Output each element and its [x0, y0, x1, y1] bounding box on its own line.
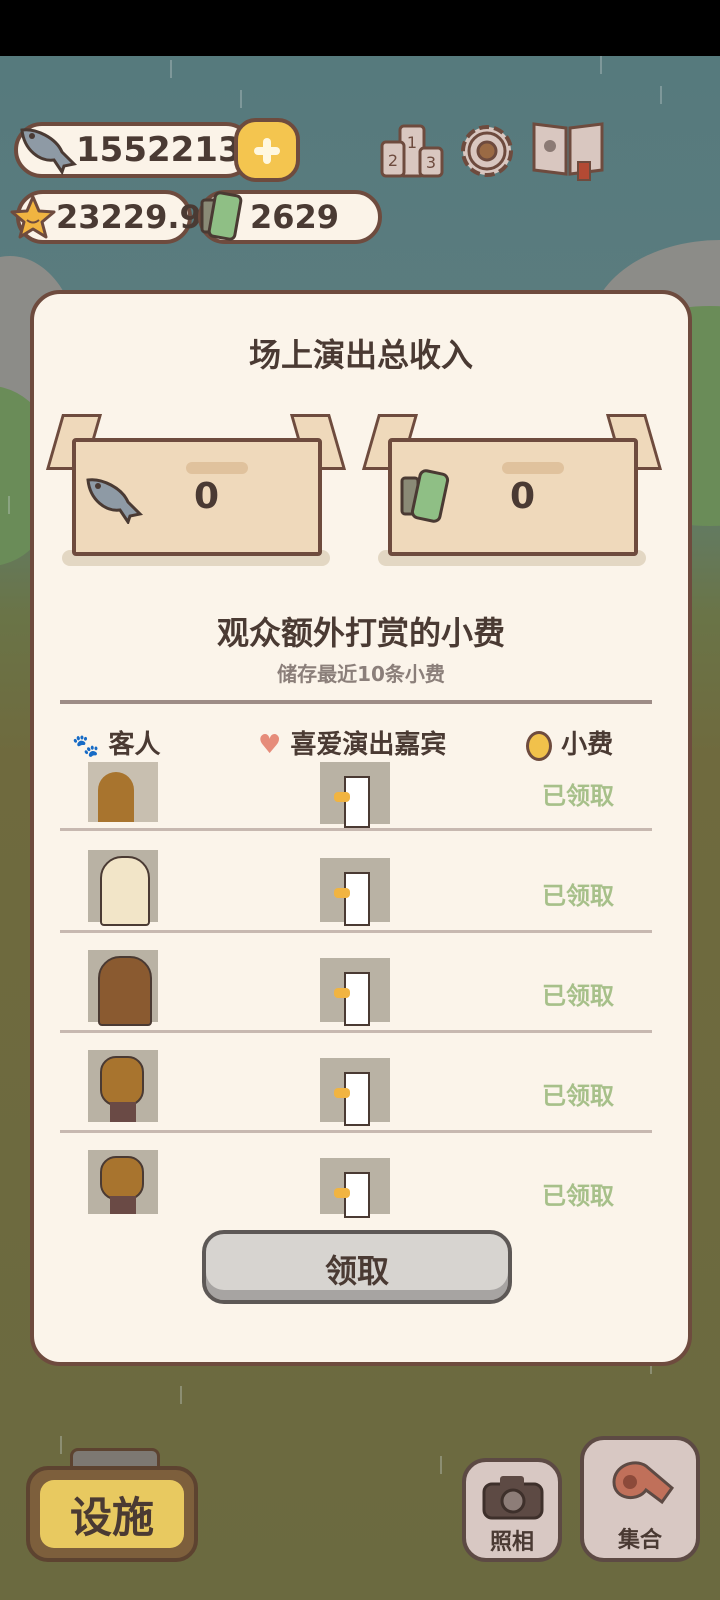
guest-penguin-avatar	[88, 850, 158, 926]
performer-chicken-avatar	[320, 858, 390, 926]
column-tip: 小费	[526, 724, 613, 761]
column-performer: ♥ 喜爱演出嘉宾	[258, 730, 447, 760]
coin-slot	[502, 462, 564, 474]
guest-dog-avatar	[88, 1150, 158, 1214]
svg-text:2: 2	[388, 151, 398, 170]
gather-label: 集合	[617, 1528, 662, 1553]
film-roll-icon	[400, 469, 450, 523]
column-guest: 🐾 客人	[72, 730, 161, 760]
performer-chicken-avatar	[320, 1058, 390, 1126]
guest-bear-avatar	[88, 950, 158, 1026]
header-divider	[60, 700, 652, 704]
guest-hedgehog-avatar	[88, 762, 158, 822]
svg-text:1: 1	[407, 133, 417, 152]
claim-button-label: 领取	[324, 1252, 389, 1290]
tip-status: 已领取	[542, 1182, 614, 1210]
tip-status: 已领取	[542, 782, 614, 810]
performer-chicken-avatar	[320, 958, 390, 1026]
performer-chicken-avatar	[320, 762, 390, 828]
settings-gear-icon[interactable]	[454, 118, 520, 184]
row-divider	[60, 1030, 652, 1033]
add-fish-button[interactable]	[234, 118, 300, 182]
photo-button[interactable]: 照相	[462, 1458, 562, 1562]
fish-income-value: 0	[194, 476, 220, 517]
photo-label: 照相	[489, 1530, 534, 1555]
tips-subtitle: 储存最近10条小费	[277, 662, 445, 686]
status-bar	[0, 0, 720, 56]
claim-button[interactable]: 领取	[202, 1230, 512, 1304]
film-income-box: 0	[361, 414, 663, 566]
guide-book-icon[interactable]	[528, 116, 608, 182]
fish-icon	[86, 478, 144, 524]
whistle-icon	[612, 1461, 675, 1505]
gather-button[interactable]: 集合	[580, 1436, 700, 1562]
star-icon	[10, 195, 56, 239]
income-dialog: 场上演出总收入 0 0 观众额外打赏的小费 储存最近10条小费 🐾 客人 ♥ 喜…	[30, 290, 692, 1366]
ranking-icon[interactable]: 1 2 3	[378, 118, 446, 182]
paw-icon: 🐾	[72, 734, 100, 759]
dialog-title: 场上演出总收入	[248, 336, 473, 374]
svg-text:3: 3	[426, 153, 436, 172]
row-divider	[60, 930, 652, 933]
film-income-value: 0	[510, 476, 536, 517]
performer-chicken-avatar	[320, 1158, 390, 1218]
heart-icon: ♥	[258, 730, 282, 760]
fish-icon	[20, 128, 78, 176]
tip-status: 已领取	[542, 882, 614, 910]
film-count: 2629	[250, 198, 340, 236]
row-divider	[60, 828, 652, 831]
row-divider	[60, 1130, 652, 1133]
tip-status: 已领取	[542, 1082, 614, 1110]
fish-count: 1552213	[76, 130, 242, 170]
facility-button[interactable]: 设施	[26, 1466, 198, 1562]
tip-status: 已领取	[542, 982, 614, 1010]
guest-dog-avatar	[88, 1050, 158, 1122]
film-roll-icon	[200, 191, 243, 241]
fish-income-box: 0	[45, 414, 347, 566]
tips-title: 观众额外打赏的小费	[216, 614, 505, 652]
coin-icon	[526, 730, 552, 761]
facility-label: 设施	[69, 1493, 154, 1542]
coin-slot	[186, 462, 248, 474]
star-count: 23229.9	[56, 198, 202, 236]
camera-icon	[482, 1476, 544, 1520]
